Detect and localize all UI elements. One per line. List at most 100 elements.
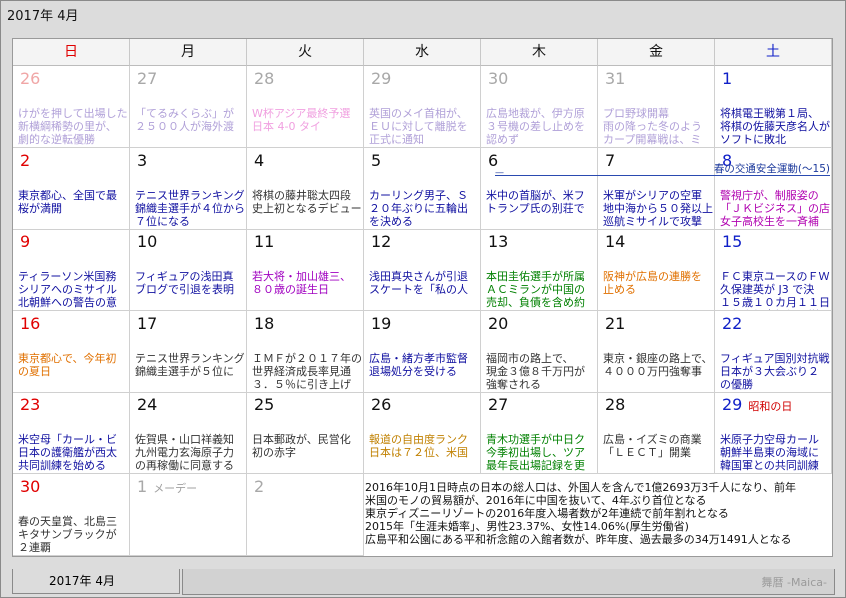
day-cell[interactable]: 2 — [247, 474, 364, 556]
day-news: ＩＭＦが２０１７年の 世界経済成長率見通 ３．５％に引き上げ — [252, 351, 362, 391]
day-cell[interactable]: 30 広島地裁が、伊方原 ３号機の差し止めを 認めず — [481, 66, 598, 148]
day-news: 阪神が広島の連勝を 止める — [603, 270, 702, 297]
month-grid: 2 1 メーデー 30 春の天皇賞、北島三 キタサンブラックが ２連覇 29 昭和の日 米原子… — [12, 38, 833, 557]
day-cell[interactable]: 15 ＦＣ東京ユースのＦＷ 久保建英が J3 で決 １５歳１０カ月１１日 最年少得… — [715, 229, 832, 312]
day-cell[interactable]: 21 東京・銀座の路上で、 ４０００万円強奪事 — [598, 310, 715, 393]
day-cell[interactable]: 28 W杯アジア最終予選 日本 4-0 タイ — [247, 66, 364, 148]
day-cell[interactable]: 13 本田圭佑選手が所属 ＡＣミランが中国の 売却、負債を含め約 — [481, 229, 598, 312]
banner-arrow-icon: — — [495, 168, 504, 178]
weekday-header: 木 — [481, 39, 598, 66]
day-cell[interactable]: 6 米中の首脳が、米フ トランプ氏の別荘で — [481, 147, 598, 230]
day-number: 22 — [722, 313, 743, 333]
day-cell[interactable]: 17 テニス世界ランキング 錦織圭選手が５位に — [130, 310, 247, 393]
day-cell[interactable]: 4 将棋の藤井聡太四段 史上初となるデビュー — [247, 147, 364, 230]
day-number: 15 — [722, 232, 743, 252]
day-cell[interactable]: 7 米軍がシリアの空軍 地中海から５０発以上の 巡航ミサイルで攻撃 — [598, 147, 715, 230]
day-news: 米軍がシリアの空軍 地中海から５０発以上の 巡航ミサイルで攻撃 — [603, 188, 715, 228]
month-tab[interactable]: 2017年 4月 — [12, 569, 180, 594]
day-news: 広島地裁が、伊方原 ３号機の差し止めを 認めず — [486, 107, 585, 146]
day-number: 18 — [254, 313, 275, 333]
day-cell[interactable]: 10 フィギュアの浅田真 ブログで引退を表明 — [130, 229, 247, 312]
day-news: 報道の自由度ランク 日本は７２位、米国 — [369, 433, 468, 460]
day-news: テニス世界ランキング 錦織圭選手が４位から ７位になる — [135, 188, 245, 228]
day-number: 14 — [605, 232, 626, 252]
day-cell[interactable]: 25 日本郵政が、民営化 初の赤字 — [247, 392, 364, 475]
day-cell[interactable]: 27 青木功選手が中日ク 今季初出場し、ツア 最年長出場記録を更 — [481, 392, 598, 475]
weekday-header: 土 — [715, 39, 832, 66]
day-news: 若大将・加山雄三、 ８０歳の誕生日 — [252, 270, 351, 297]
day-cell[interactable]: 22 フィギュア国別対抗戦 日本が３大会ぶり２ の優勝 — [715, 310, 832, 393]
event-banner[interactable]: — 春の交通安全運動(～15) — [495, 161, 830, 178]
day-number: 24 — [137, 395, 158, 415]
day-cell[interactable]: 1 メーデー — [130, 474, 247, 556]
day-cell[interactable]: 9 ティラーソン米国務 シリアへのミサイル 北朝鮮への警告の意 — [13, 229, 130, 312]
day-news: 青木功選手が中日ク 今季初出場し、ツア 最年長出場記録を更 — [486, 433, 585, 473]
day-cell[interactable]: 26 報道の自由度ランク 日本は７２位、米国 — [364, 392, 481, 475]
day-cell[interactable]: 27 「てるみくらぶ」が ２５００人が海外渡 — [130, 66, 247, 148]
day-news: 将棋電王戦第１局、 将棋の佐藤天彦名人が ソフトに敗北 — [720, 107, 830, 146]
day-number: 28 — [254, 69, 275, 88]
day-news: カーリング男子、Ｓ ２０年ぶりに五輪出 を決める — [369, 188, 468, 228]
weekday-header: 月 — [130, 39, 247, 66]
day-cell[interactable]: 12 浅田真央さんが引退 スケートを「私の人 — [364, 229, 481, 312]
day-news: 福岡市の路上で、 現金３億８千万円が 強奪される — [486, 351, 585, 391]
holiday-label: 昭和の日 — [748, 400, 793, 414]
day-cell[interactable]: 16 東京都心で、今年初 の夏日 — [13, 310, 130, 393]
day-news: W杯アジア最終予選 日本 4-0 タイ — [252, 107, 351, 133]
day-news: 東京・銀座の路上で、 ４０００万円強奪事 — [603, 351, 713, 378]
day-news: 英国のメイ首相が、 ＥＵに対して離脱を 正式に通知 — [369, 107, 468, 146]
day-news: 春の天皇賞、北島三 キタサンブラックが ２連覇 — [18, 515, 117, 554]
day-cell[interactable]: 29 昭和の日 米原子力空母カール 朝鮮半島東の海域に 韓国軍との共同訓練 — [715, 392, 832, 475]
day-cell[interactable]: 8 警視庁が、制服姿の 「ＪＫビジネス」の店 女子高校生を一斉補 — [715, 147, 832, 230]
day-number: 1 — [722, 69, 733, 88]
day-cell[interactable]: 2 東京都心、全国で最 桜が満開 — [13, 147, 130, 230]
window-title: 2017年 4月 — [7, 9, 79, 24]
day-number: 2 — [254, 477, 265, 496]
day-number: 28 — [605, 395, 626, 415]
app-signature: 舞暦 -Maica- — [761, 576, 827, 589]
day-cell[interactable]: 30 春の天皇賞、北島三 キタサンブラックが ２連覇 — [13, 474, 130, 556]
day-cell[interactable]: 23 米空母「カール・ビ 日本の護衛艦が西太 共同訓練を始める — [13, 392, 130, 475]
day-number: 27 — [137, 69, 158, 88]
monthly-notes: 2016年10月1日時点の日本の総人口は、外国人を含んで1億2693万3千人にな… — [365, 481, 796, 546]
day-news: ＦＣ東京ユースのＦＷ 久保建英が J3 で決 １５歳１０カ月１１日 最年少得点記… — [720, 270, 830, 310]
day-news: 米空母「カール・ビ 日本の護衛艦が西太 共同訓練を始める — [18, 433, 117, 473]
day-cell[interactable]: 26 けがを押して出場した 新横綱稀勢の里が、 劇的な逆転優勝 — [13, 66, 130, 148]
day-number: 29 昭和の日 — [722, 395, 793, 415]
day-news: 本田圭佑選手が所属 ＡＣミランが中国の 売却、負債を含め約 — [486, 270, 585, 310]
day-cell[interactable]: 14 阪神が広島の連勝を 止める — [598, 229, 715, 312]
weekday-header: 水 — [364, 39, 481, 66]
day-news: 東京都心、全国で最 桜が満開 — [18, 188, 117, 215]
day-news: 将棋の藤井聡太四段 史上初となるデビュー — [252, 188, 362, 215]
day-news: 「てるみくらぶ」が ２５００人が海外渡 — [135, 107, 234, 133]
day-number: 25 — [254, 395, 275, 415]
day-cell[interactable]: 18 ＩＭＦが２０１７年の 世界経済成長率見通 ３．５％に引き上げ — [247, 310, 364, 393]
day-number: 19 — [371, 313, 392, 333]
day-number: 1 メーデー — [137, 477, 198, 496]
day-cell[interactable]: 3 テニス世界ランキング 錦織圭選手が４位から ７位になる — [130, 147, 247, 230]
day-news: 佐賀県・山口祥義知 九州電力玄海原子力 の再稼働に同意する — [135, 433, 234, 473]
day-number: 27 — [488, 395, 509, 415]
day-number: 29 — [371, 69, 392, 88]
tab-strip — [182, 569, 835, 595]
day-number: 3 — [137, 150, 148, 170]
day-number: 16 — [20, 313, 41, 333]
day-cell[interactable]: 20 福岡市の路上で、 現金３億８千万円が 強奪される — [481, 310, 598, 393]
day-cell[interactable]: 11 若大将・加山雄三、 ８０歳の誕生日 — [247, 229, 364, 312]
day-cell[interactable]: 29 英国のメイ首相が、 ＥＵに対して離脱を 正式に通知 — [364, 66, 481, 148]
day-number: 12 — [371, 232, 392, 252]
day-cell[interactable]: 24 佐賀県・山口祥義知 九州電力玄海原子力 の再稼働に同意する — [130, 392, 247, 475]
day-number: 26 — [371, 395, 392, 415]
day-cell[interactable]: 5 カーリング男子、Ｓ ２０年ぶりに五輪出 を決める — [364, 147, 481, 230]
day-number: 30 — [488, 69, 509, 88]
day-news: プロ野球開幕 雨の降った冬のよう カープ開幕戦は、ミ — [603, 107, 702, 146]
weekday-header: 火 — [247, 39, 364, 66]
day-cell[interactable]: 19 広島・緒方孝市監督 退場処分を受ける — [364, 310, 481, 393]
day-number: 20 — [488, 313, 509, 333]
day-cell[interactable]: 1 将棋電王戦第１局、 将棋の佐藤天彦名人が ソフトに敗北 — [715, 66, 832, 148]
day-news: 日本郵政が、民営化 初の赤字 — [252, 433, 351, 460]
day-cell[interactable]: 31 プロ野球開幕 雨の降った冬のよう カープ開幕戦は、ミ — [598, 66, 715, 148]
day-number: 21 — [605, 313, 626, 333]
day-cell[interactable]: 28 広島・イズミの商業 「ＬＥＣＴ」開業 — [598, 392, 715, 475]
day-number: 5 — [371, 150, 382, 170]
